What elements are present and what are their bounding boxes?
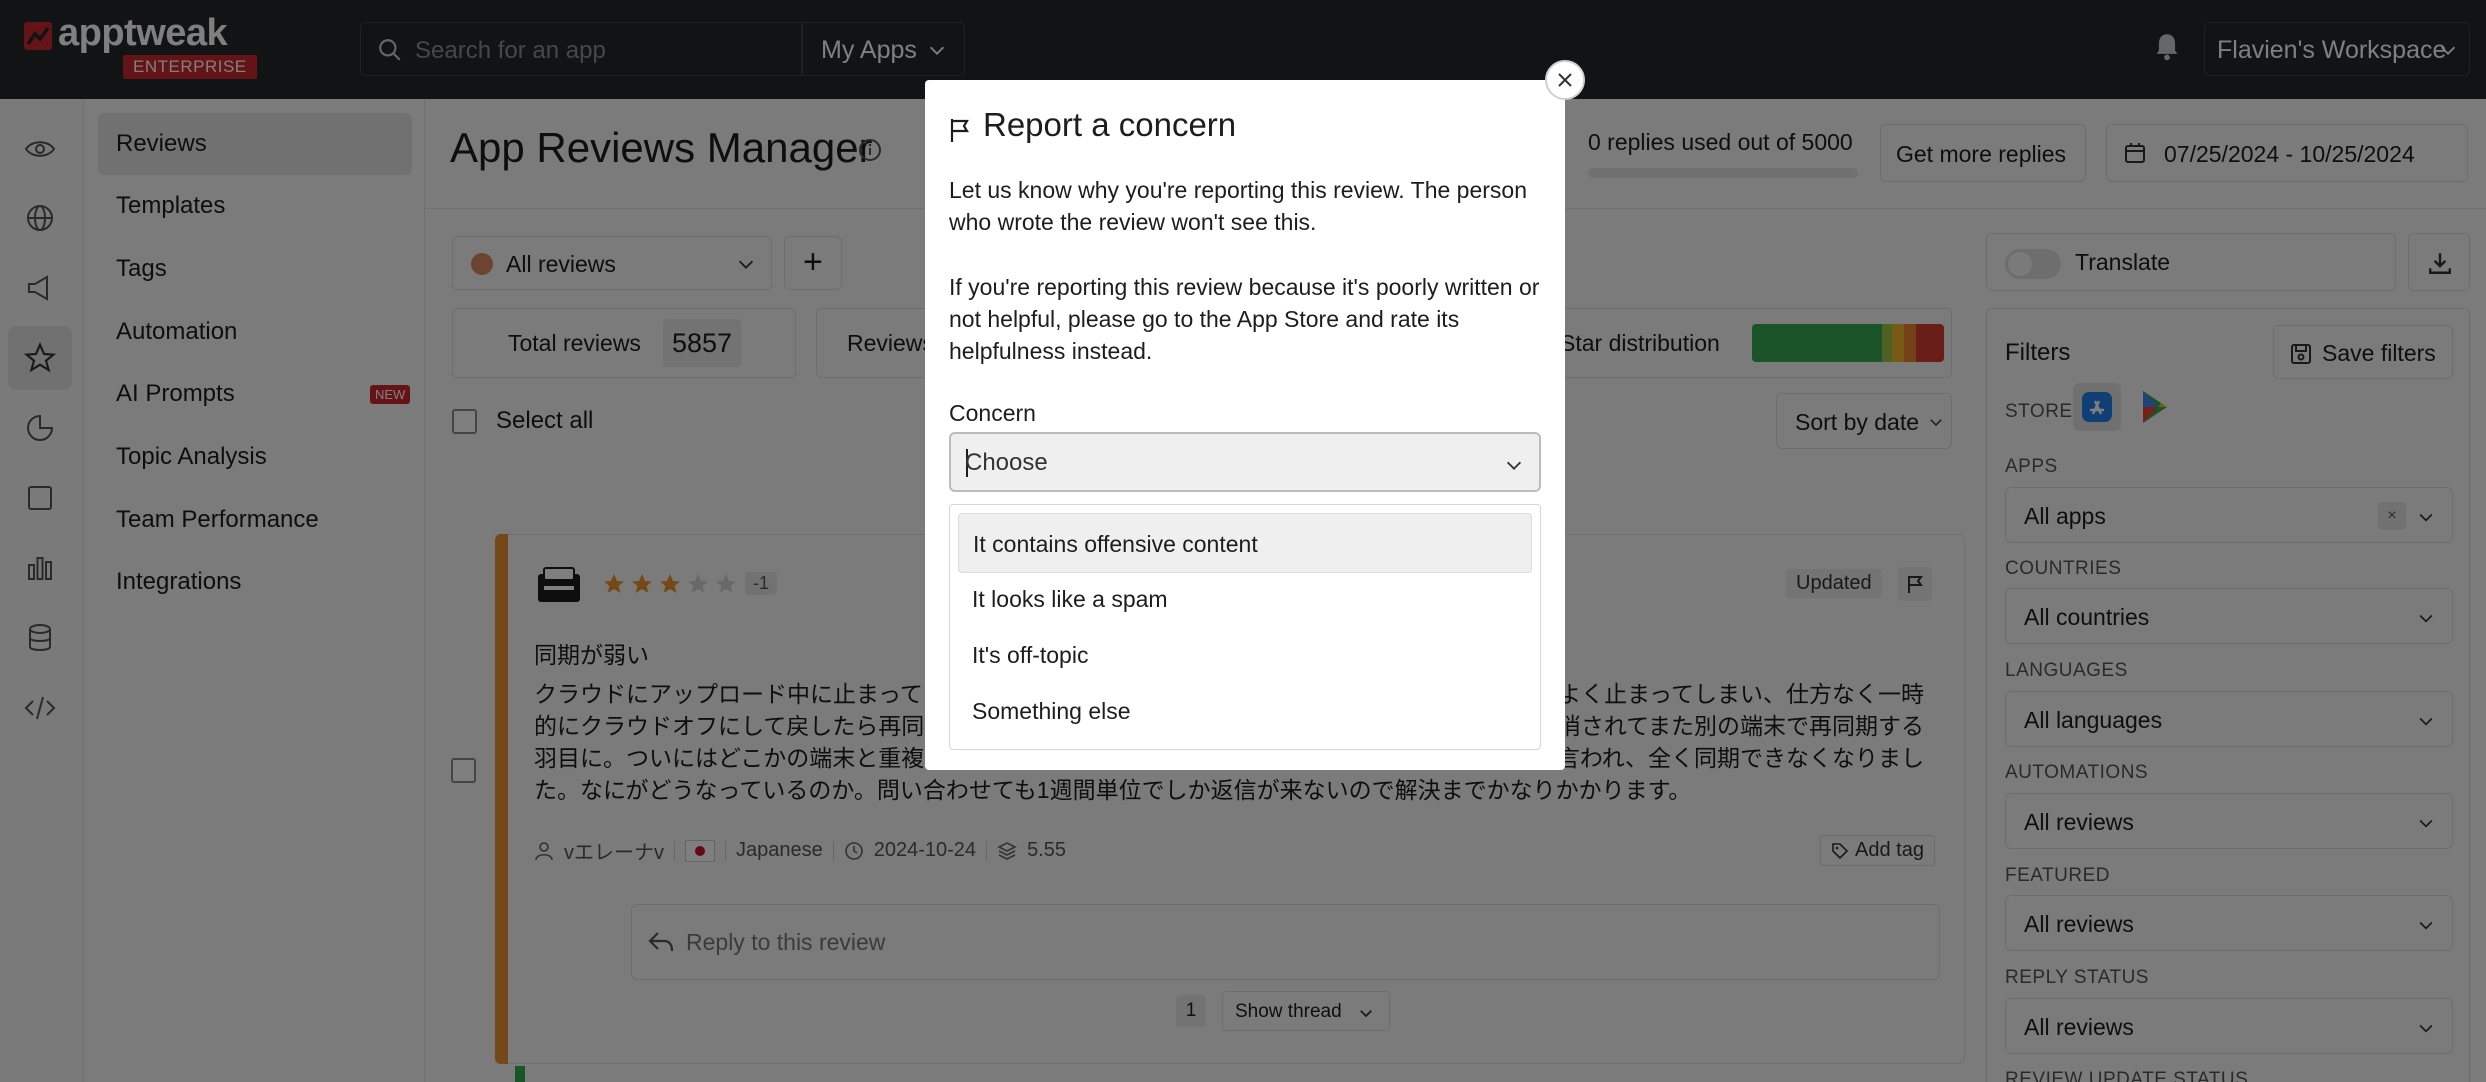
concern-select-value: Choose xyxy=(965,449,1048,476)
option-label: It looks like a spam xyxy=(972,586,1168,612)
concern-dropdown-menu: It contains offensive content It looks l… xyxy=(949,504,1541,750)
flag-icon xyxy=(950,119,969,142)
concern-option-offensive[interactable]: It contains offensive content xyxy=(958,513,1532,573)
option-label: Something else xyxy=(972,698,1131,724)
close-modal-button[interactable] xyxy=(1545,60,1585,100)
concern-label: Concern xyxy=(949,400,1036,426)
concern-select[interactable]: Choose xyxy=(949,432,1541,492)
concern-option-something-else[interactable]: Something else xyxy=(958,681,1532,741)
modal-note: If you're reporting this review because … xyxy=(949,274,1540,364)
close-icon xyxy=(1558,73,1572,87)
option-label: It contains offensive content xyxy=(973,531,1258,557)
concern-option-off-topic[interactable]: It's off-topic xyxy=(958,625,1532,685)
concern-option-spam[interactable]: It looks like a spam xyxy=(958,569,1532,629)
modal-description: Let us know why you're reporting this re… xyxy=(949,177,1527,235)
chevron-down-icon xyxy=(1506,461,1522,470)
option-label: It's off-topic xyxy=(972,642,1089,668)
report-concern-modal: Report a concern Let us know why you're … xyxy=(925,80,1565,770)
modal-title: Report a concern xyxy=(983,106,1237,143)
